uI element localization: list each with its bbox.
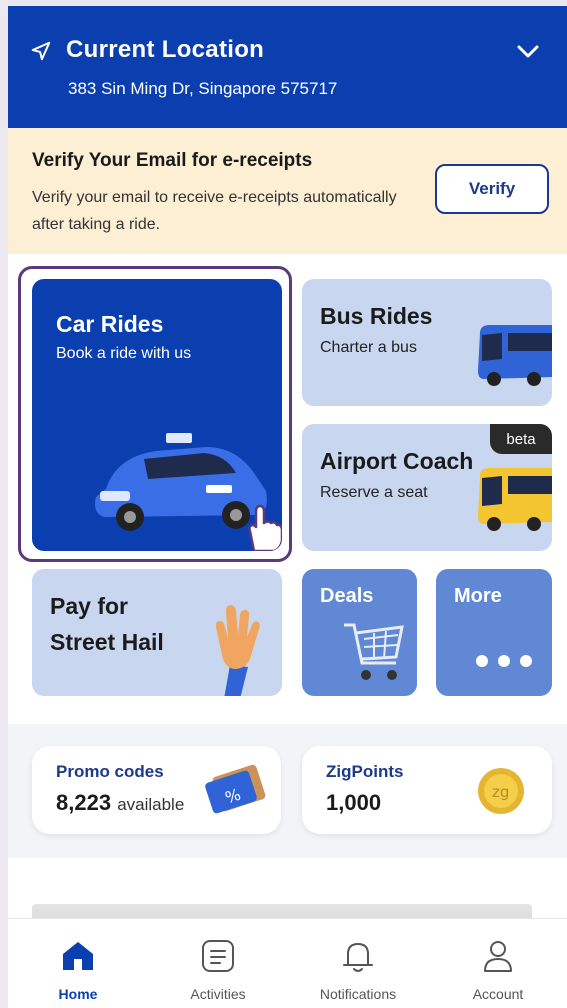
- airport-coach-tile[interactable]: beta Airport Coach Reserve a seat: [302, 424, 552, 551]
- nav-notifications[interactable]: Notifications: [288, 919, 428, 1008]
- waving-hand-icon: [215, 605, 260, 696]
- bottom-navigation: Home Activities Notifications Account: [8, 918, 567, 1008]
- coin-icon: zg: [478, 768, 524, 814]
- pay-line2: Street Hail: [50, 629, 164, 655]
- shopping-cart-icon: [344, 623, 404, 680]
- zigpoints-card[interactable]: ZigPoints 1,000 zg: [302, 746, 552, 834]
- bus-icon: [478, 325, 552, 386]
- car-rides-subtitle: Book a ride with us: [56, 345, 192, 362]
- nav-activities-label: Activities: [190, 986, 246, 1002]
- airport-coach-subtitle: Reserve a seat: [320, 484, 428, 501]
- home-icon: [63, 942, 93, 970]
- chevron-down-icon[interactable]: [516, 44, 540, 60]
- pay-line1: Pay for: [50, 593, 128, 619]
- activities-icon: [202, 940, 234, 972]
- verify-button[interactable]: Verify: [435, 164, 549, 214]
- ticket-icon: %: [205, 764, 266, 814]
- pay-street-hail-tile[interactable]: Pay for Street Hail: [32, 569, 282, 696]
- verify-title: Verify Your Email for e-receipts: [32, 150, 313, 171]
- deals-title: Deals: [320, 585, 374, 607]
- deals-tile[interactable]: Deals: [302, 569, 417, 696]
- promo-count: 8,223: [56, 790, 112, 815]
- nav-activities[interactable]: Activities: [148, 919, 288, 1008]
- location-header[interactable]: Current Location 383 Sin Ming Dr, Singap…: [8, 6, 567, 128]
- bus-rides-title: Bus Rides: [320, 303, 433, 329]
- navigation-arrow-icon: [31, 41, 51, 61]
- more-title: More: [454, 585, 502, 607]
- user-icon: [484, 941, 512, 972]
- verify-description: Verify your email to receive e-receipts …: [32, 189, 397, 233]
- bus-rides-tile[interactable]: Bus Rides Charter a bus: [302, 279, 552, 406]
- beta-badge: beta: [490, 424, 552, 454]
- bus-rides-subtitle: Charter a bus: [320, 339, 417, 356]
- car-rides-tile[interactable]: Car Rides Book a ride with us: [32, 279, 282, 551]
- more-dots-icon: [476, 655, 532, 667]
- zigpoints-value: 1,000: [326, 790, 382, 815]
- more-tile[interactable]: More: [436, 569, 552, 696]
- promo-label: Promo codes: [56, 762, 164, 781]
- nav-account-label: Account: [472, 986, 524, 1002]
- promo-suffix: available: [117, 795, 185, 814]
- location-title: Current Location: [66, 36, 265, 63]
- app-screen: Current Location 383 Sin Ming Dr, Singap…: [8, 6, 567, 1008]
- coach-bus-icon: [478, 468, 552, 531]
- verify-email-banner: Verify Your Email for e-receipts Verify …: [8, 128, 567, 254]
- airport-coach-title: Airport Coach: [320, 448, 474, 474]
- nav-account[interactable]: Account: [428, 919, 567, 1008]
- tap-hand-icon: [248, 504, 282, 551]
- promo-codes-card[interactable]: Promo codes 8,223 available %: [32, 746, 281, 834]
- zigpoints-label: ZigPoints: [326, 762, 404, 781]
- bell-icon: [343, 943, 373, 972]
- promo-value: 8,223 available: [56, 790, 184, 816]
- location-address: 383 Sin Ming Dr, Singapore 575717: [68, 79, 338, 98]
- car-rides-title: Car Rides: [56, 311, 164, 337]
- svg-text:zg: zg: [492, 783, 509, 801]
- nav-notifications-label: Notifications: [319, 986, 397, 1002]
- nav-home[interactable]: Home: [8, 919, 148, 1008]
- nav-home-label: Home: [58, 986, 98, 1002]
